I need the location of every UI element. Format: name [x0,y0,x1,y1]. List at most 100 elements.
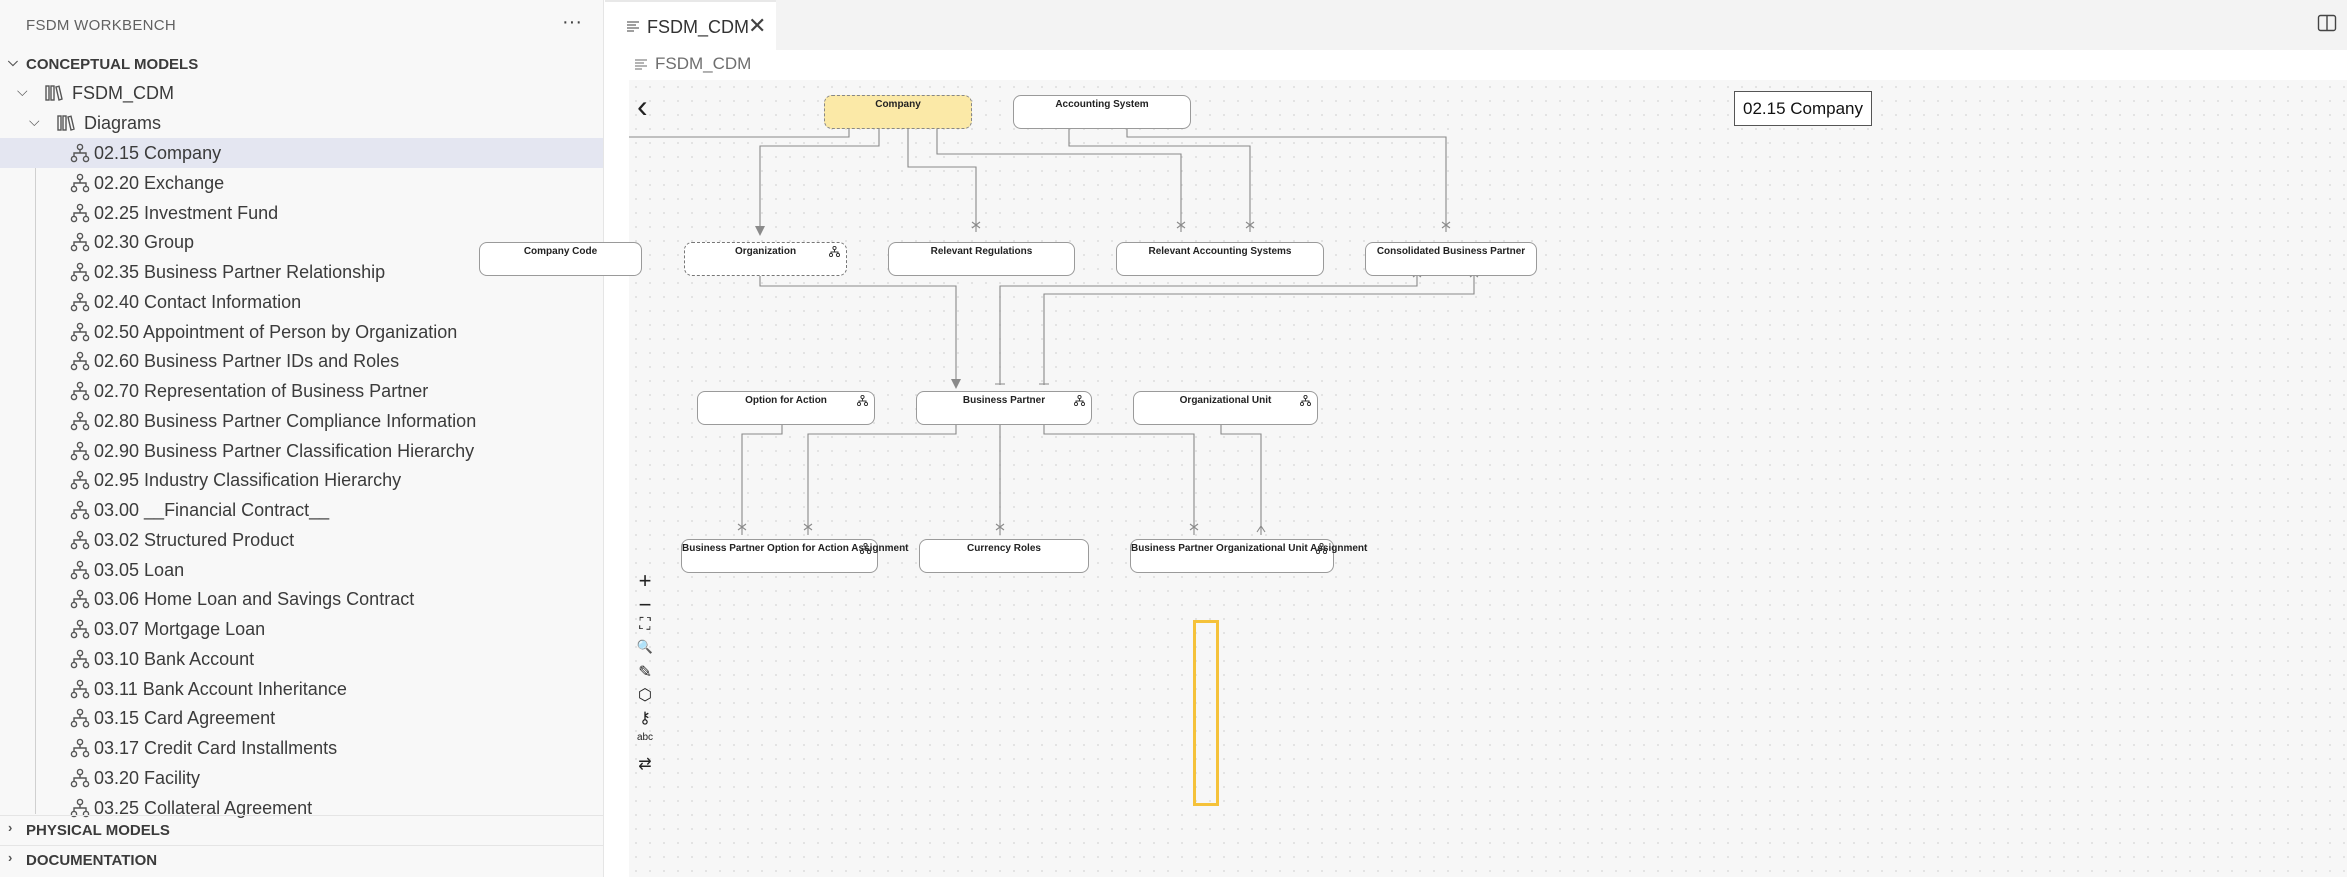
breadcrumb[interactable]: FSDM_CDM [635,54,751,74]
entity-consolidated-business-partner[interactable]: Consolidated Business Partner [1365,242,1537,276]
diagram-item[interactable]: 03.20 Facility [0,763,603,793]
diagram-item[interactable]: 03.11 Bank Account Inheritance [0,674,603,704]
search-icon[interactable]: 🔍 [631,639,659,663]
entity-cube-icon[interactable]: ⬡ [631,685,659,709]
diagram-item[interactable]: 02.50 Appointment of Person by Organizat… [0,317,603,347]
diagram-icon [70,530,90,550]
zoom-in-icon[interactable]: + [631,568,659,593]
entity-label: Organizational Unit [1179,395,1272,406]
entity-bp-option-for-action-assignment[interactable]: Business Partner Option for Action Assig… [681,539,909,573]
section-documentation[interactable]: › DOCUMENTATION [0,845,604,873]
explorer-sidebar: FSDM WORKBENCH ··· ⌵ CONCEPTUAL MODELS ⌵… [0,0,604,877]
hierarchy-icon [829,246,840,257]
entity-label: Currency Roles [967,543,1041,554]
tab-label: FSDM_CDM [647,17,749,37]
tree-item-model[interactable]: ⌵ FSDM_CDM [0,78,603,108]
chevron-down-icon: ⌵ [8,54,18,69]
diagram-icon [70,441,90,460]
selected-relationship[interactable] [1193,620,1219,806]
entity-business-partner[interactable]: Business Partner [916,391,1092,425]
section-conceptual-models[interactable]: ⌵ CONCEPTUAL MODELS [0,50,604,78]
diagram-item[interactable]: 02.95 Industry Classification Hierarchy [0,465,603,495]
diagram-item-label: 03.06 Home Loan and Savings Contract [94,589,415,610]
diagram-icon [70,589,90,609]
diagram-icon [70,262,90,282]
tree-item-label: FSDM_CDM [72,83,174,103]
diagram-item[interactable]: 03.10 Bank Account [0,644,603,674]
diagram-item[interactable]: 03.00 __Financial Contract__ [0,495,603,525]
more-actions-icon[interactable]: ··· [562,11,582,34]
diagram-icon [70,768,90,788]
hierarchy-icon [860,543,871,554]
diagram-item-label: 02.70 Representation of Business Partner [94,381,429,401]
tree-item-diagrams-folder[interactable]: ⌵ Diagrams [0,108,603,138]
entity-label: Relevant Regulations [930,246,1033,257]
zoom-out-icon[interactable]: − [631,592,659,617]
entity-company[interactable]: Company [824,95,972,129]
entity-currency-roles[interactable]: Currency Roles [919,539,1089,573]
diagram-icon [70,381,90,401]
diagram-icon [70,173,90,193]
diagram-item[interactable]: 02.15 Company [0,138,603,168]
hierarchy-icon [857,395,868,406]
diagram-item[interactable]: 03.06 Home Loan and Savings Contract [0,584,603,614]
diagram-icon [70,143,90,163]
diagram-item[interactable]: 03.15 Card Agreement [0,703,603,733]
section-physical-models[interactable]: › PHYSICAL MODELS [0,815,604,843]
diagram-icon [70,738,90,758]
editor-area: FSDM_CDM ✕ FSDM_CDM ‹ 02.15 Company Comp… [479,0,2347,877]
diagram-item[interactable]: 02.40 Contact Information [0,287,603,317]
back-button[interactable]: ‹ [637,88,648,125]
entity-label: Accounting System [1055,99,1149,110]
diagram-item[interactable]: 03.17 Credit Card Installments [0,733,603,763]
entity-accounting-system[interactable]: Accounting System [1013,95,1191,129]
swap-arrows-icon[interactable]: ⇄ [631,754,659,778]
diagram-title: 02.15 Company [1734,91,1872,126]
section-label: PHYSICAL MODELS [26,822,170,839]
diagram-item-label: 02.15 Company [94,143,222,163]
entity-label: Organization [734,246,797,257]
diagram-icon [70,322,90,341]
diagram-item-label: 03.07 Mortgage Loan [94,619,266,639]
fit-to-screen-icon[interactable]: ⛶ [631,616,659,640]
diagram-item-label: 03.20 Facility [94,767,201,788]
diagram-canvas[interactable]: ‹ 02.15 Company Company Accounting Syste… [479,80,2347,877]
split-editor-icon[interactable] [2317,13,2337,33]
entity-organizational-unit[interactable]: Organizational Unit [1133,391,1318,425]
tab-fsdm-cdm[interactable]: FSDM_CDM ✕ [605,0,776,50]
key-icon[interactable]: ⚷ [631,708,659,732]
diagram-icon [70,619,90,639]
diagram-item-label: 02.50 Appointment of Person by Organizat… [94,321,458,342]
diagram-item[interactable]: 02.20 Exchange [0,168,603,198]
diagram-item[interactable]: 02.60 Business Partner IDs and Roles [0,346,603,376]
diagram-icon [70,679,90,698]
entity-company-code[interactable]: Company Code [479,242,642,276]
tab-bar: FSDM_CDM ✕ [605,0,2347,50]
diagram-item-label: 02.95 Industry Classification Hierarchy [94,470,402,491]
library-icon [57,115,75,131]
entity-option-for-action[interactable]: Option for Action [697,391,875,425]
diagram-icon [70,649,90,669]
edit-pencil-icon[interactable]: ✎ [631,662,659,686]
diagram-icon [70,411,90,431]
breadcrumb-label: FSDM_CDM [655,54,752,73]
diagram-item[interactable]: 03.07 Mortgage Loan [0,614,603,644]
library-icon [45,85,63,101]
entity-relevant-accounting-systems[interactable]: Relevant Accounting Systems [1116,242,1324,276]
diagram-item[interactable]: 02.70 Representation of Business Partner [0,376,603,406]
entity-organization[interactable]: Organization [684,242,847,276]
diagram-item-label: 03.15 Card Agreement [94,708,276,729]
diagram-icon [70,708,90,728]
diagram-icon [70,351,90,371]
diagram-item[interactable]: 02.90 Business Partner Classification Hi… [0,436,603,466]
entity-relevant-regulations[interactable]: Relevant Regulations [888,242,1075,276]
close-icon[interactable]: ✕ [748,13,766,39]
diagram-item[interactable]: 02.25 Investment Fund [0,198,603,228]
diagram-item[interactable]: 03.05 Loan [0,555,603,585]
entity-bp-org-unit-assignment[interactable]: Business Partner Organizational Unit Ass… [1130,539,1367,573]
diagram-item[interactable]: 02.80 Business Partner Compliance Inform… [0,406,603,436]
entity-label: Business Partner Option for Action Assig… [682,543,909,554]
hierarchy-icon [1074,395,1085,406]
text-abc-icon[interactable]: abc [631,732,659,756]
diagram-item[interactable]: 03.02 Structured Product [0,525,603,555]
